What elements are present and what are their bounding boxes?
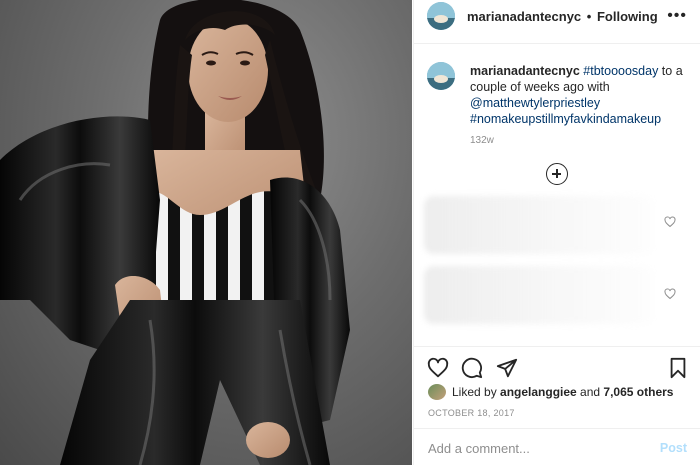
post-photo[interactable] bbox=[0, 0, 412, 465]
likes-count-link[interactable]: 7,065 others bbox=[603, 385, 673, 399]
caption-author-avatar[interactable] bbox=[427, 62, 455, 90]
post-header: marianadantecnyc • Following ••• bbox=[414, 0, 700, 44]
likes-middle: and bbox=[576, 385, 604, 399]
action-bar bbox=[414, 346, 700, 386]
heart-icon[interactable] bbox=[427, 357, 449, 379]
post-caption: marianadantecnyc #tbtoooosday to a coupl… bbox=[470, 63, 690, 127]
comment-icon[interactable] bbox=[461, 357, 483, 379]
hashtag-link[interactable]: #tbtoooosday bbox=[583, 64, 658, 78]
caption-timestamp: 132w bbox=[470, 135, 494, 146]
post-photo-illustration bbox=[0, 0, 350, 465]
load-more-icon[interactable] bbox=[546, 163, 568, 185]
blurred-comment bbox=[424, 196, 654, 254]
share-icon[interactable] bbox=[496, 357, 518, 379]
header-user-line: marianadantecnyc • Following bbox=[467, 9, 658, 24]
more-options-icon[interactable]: ••• bbox=[667, 7, 687, 25]
post-date[interactable]: OCTOBER 18, 2017 bbox=[428, 408, 515, 418]
following-button[interactable]: Following bbox=[597, 9, 658, 24]
comment-like-heart-icon[interactable] bbox=[664, 216, 676, 228]
post-detail-panel: marianadantecnyc • Following ••• mariana… bbox=[413, 0, 700, 465]
mention-link[interactable]: @matthewtylerpriestley bbox=[470, 96, 600, 110]
likes-summary: Liked by angelanggiee and 7,065 others bbox=[452, 385, 673, 399]
avatar-image bbox=[427, 62, 455, 90]
author-username-link[interactable]: marianadantecnyc bbox=[467, 9, 581, 24]
avatar-image bbox=[427, 2, 455, 30]
liker-avatar[interactable] bbox=[428, 384, 446, 400]
caption-username-link[interactable]: marianadantecnyc bbox=[470, 64, 580, 78]
liker-username-link[interactable]: angelanggiee bbox=[500, 385, 577, 399]
author-avatar[interactable] bbox=[427, 2, 455, 30]
likes-prefix: Liked by bbox=[452, 385, 501, 399]
post-comment-button[interactable]: Post bbox=[660, 441, 687, 455]
comment-input[interactable] bbox=[428, 441, 638, 456]
blurred-comment bbox=[424, 266, 654, 324]
comment-like-heart-icon[interactable] bbox=[664, 288, 676, 300]
hashtag-link[interactable]: #nomakeupstillmyfavkindamakeup bbox=[470, 112, 661, 126]
bookmark-icon[interactable] bbox=[667, 357, 689, 379]
header-separator: • bbox=[586, 9, 592, 24]
comment-form: Post bbox=[414, 428, 700, 465]
